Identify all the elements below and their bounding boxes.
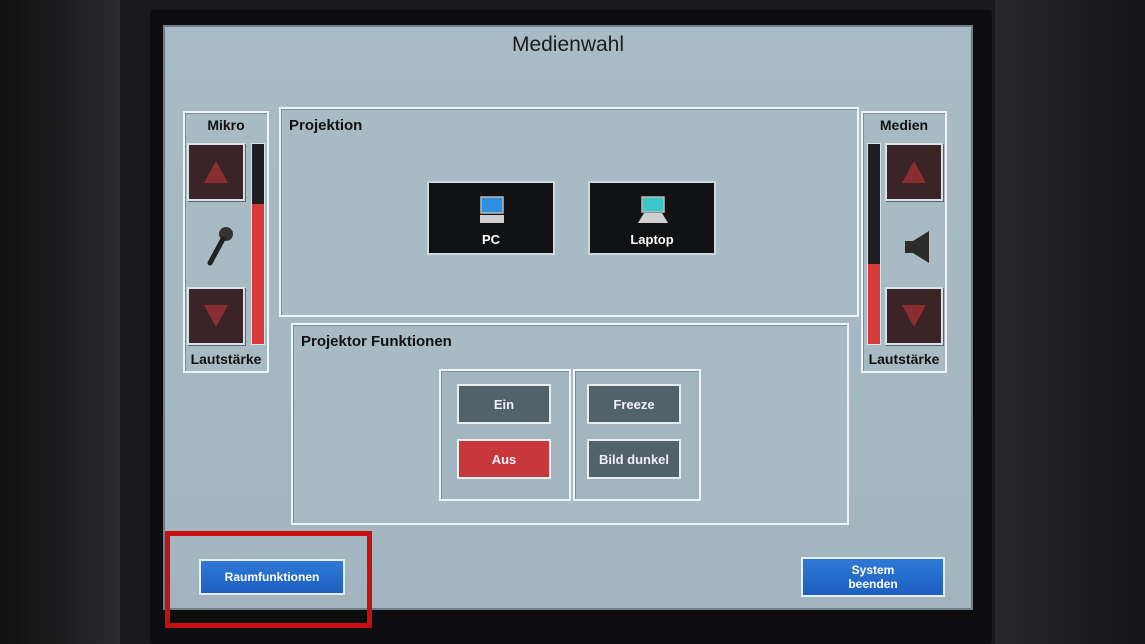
system-exit-button[interactable]: System beenden — [801, 557, 945, 597]
device-bezel-left — [0, 0, 120, 644]
projector-off-button[interactable]: Aus — [457, 439, 551, 479]
mic-panel-header: Mikro — [207, 117, 245, 133]
screen-title: Medienwahl — [511, 33, 625, 56]
media-volume-down-button[interactable] — [885, 287, 943, 345]
freeze-button[interactable]: Freeze — [587, 384, 681, 424]
media-level-fill — [868, 264, 880, 344]
media-panel: Medien Lautstärke — [861, 111, 947, 373]
mic-panel: Mikro Lautstärke — [183, 111, 269, 373]
source-laptop-label: Laptop — [630, 232, 674, 247]
source-pc-label: PC — [481, 232, 501, 247]
blank-image-button[interactable]: Bild dunkel — [587, 439, 681, 479]
annotation-highlight-box — [165, 531, 372, 628]
arrow-down-icon — [902, 305, 926, 327]
system-exit-label-line1: System — [851, 563, 895, 577]
microphone-icon — [205, 225, 235, 269]
arrow-down-icon — [204, 305, 228, 327]
desktop-pc-icon — [477, 195, 507, 225]
projector-on-button[interactable]: Ein — [457, 384, 551, 424]
projection-panel: Projektion PC Laptop — [279, 107, 859, 317]
projector-panel: Projektor Funktionen Ein Aus Freeze Bild… — [291, 323, 849, 525]
laptop-icon — [636, 195, 670, 225]
touch-screen: Medienwahl Mikro Lautstärke Medien Lauts… — [163, 25, 973, 610]
source-pc-button[interactable]: PC — [427, 181, 555, 255]
mic-volume-down-button[interactable] — [187, 287, 245, 345]
arrow-up-icon — [902, 161, 926, 183]
mic-level-meter — [251, 143, 265, 345]
mic-level-fill — [252, 204, 264, 344]
device-bezel-right — [995, 0, 1145, 644]
projection-panel-label: Projektion — [289, 117, 363, 134]
arrow-up-icon — [204, 161, 228, 183]
system-exit-label-line2: beenden — [848, 577, 898, 591]
media-level-meter — [867, 143, 881, 345]
source-laptop-button[interactable]: Laptop — [588, 181, 716, 255]
media-volume-up-button[interactable] — [885, 143, 943, 201]
speaker-icon — [903, 229, 933, 265]
mic-volume-up-button[interactable] — [187, 143, 245, 201]
mic-panel-footer: Lautstärke — [190, 351, 262, 367]
media-panel-footer: Lautstärke — [868, 351, 940, 367]
projector-panel-label: Projektor Funktionen — [301, 333, 452, 350]
media-panel-header: Medien — [879, 117, 929, 133]
